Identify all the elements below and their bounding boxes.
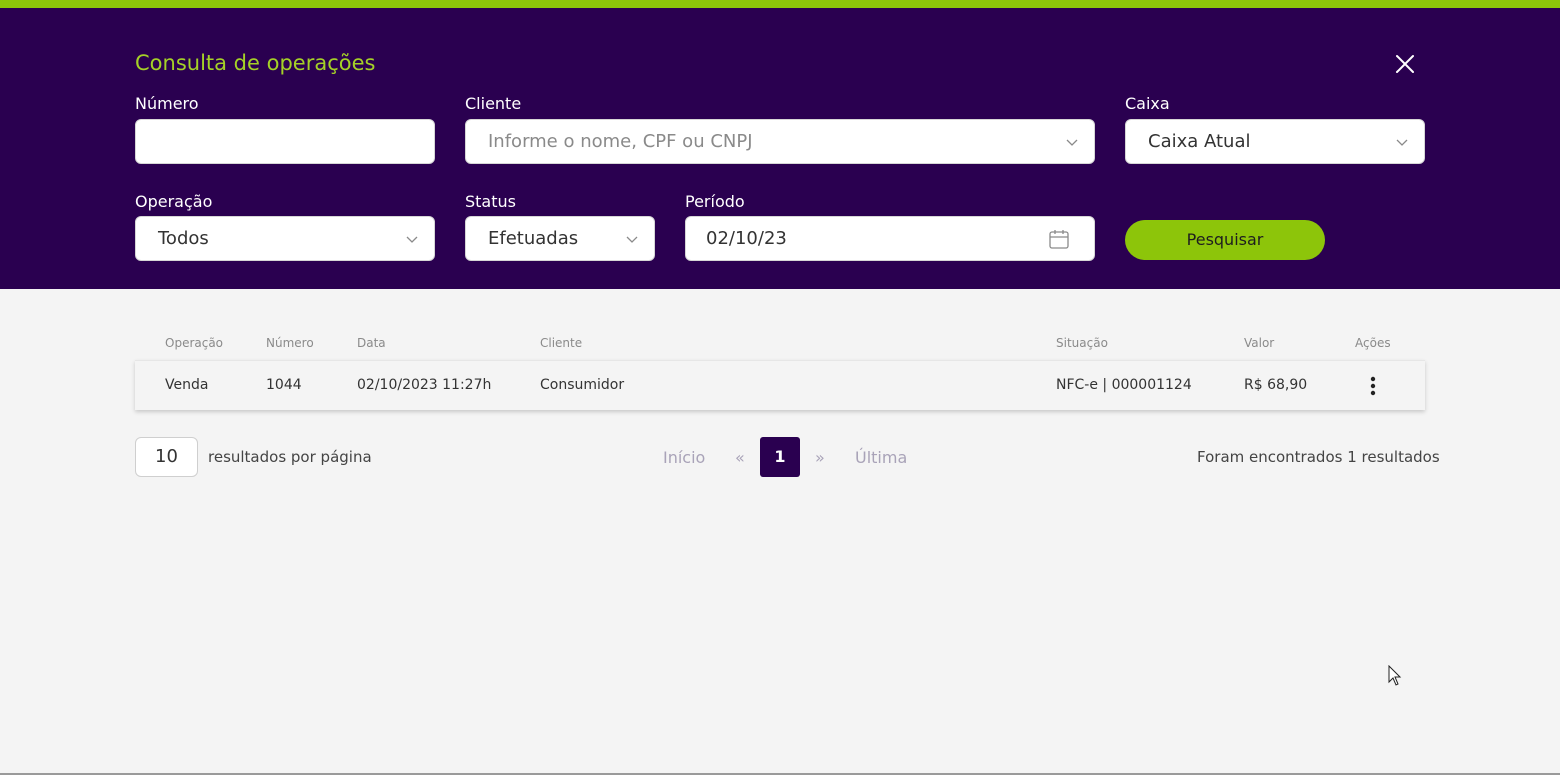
per-page-label: resultados por página — [208, 448, 372, 466]
table-row[interactable] — [135, 360, 1425, 410]
caixa-select[interactable]: Caixa Atual — [1125, 119, 1425, 164]
search-button[interactable]: Pesquisar — [1125, 220, 1325, 260]
cell-valor: R$ 68,90 — [1244, 377, 1308, 393]
numero-label: Número — [135, 94, 199, 113]
col-cliente: Cliente — [540, 336, 583, 350]
status-label: Status — [465, 192, 516, 211]
col-situacao: Situação — [1056, 336, 1108, 350]
close-icon[interactable] — [1393, 52, 1417, 76]
col-data: Data — [357, 336, 386, 350]
col-acoes: Ações — [1355, 336, 1391, 350]
calendar-icon[interactable] — [1048, 228, 1070, 250]
chevron-down-icon — [406, 236, 418, 243]
cell-operacao: Venda — [165, 377, 209, 393]
caixa-label: Caixa — [1125, 94, 1170, 113]
cliente-label: Cliente — [465, 94, 522, 113]
top-accent-bar — [0, 0, 1560, 8]
col-valor: Valor — [1244, 336, 1275, 350]
cell-situacao: NFC-e | 000001124 — [1056, 377, 1192, 393]
periodo-input[interactable]: 02/10/23 — [685, 216, 1095, 261]
pagination-next[interactable]: » — [815, 448, 825, 467]
periodo-label: Período — [685, 192, 745, 211]
periodo-value: 02/10/23 — [706, 228, 787, 249]
caixa-value: Caixa Atual — [1148, 131, 1251, 152]
cell-cliente: Consumidor — [540, 377, 625, 393]
chevron-down-icon — [1396, 139, 1408, 146]
cell-numero: 1044 — [266, 377, 302, 393]
status-value: Efetuadas — [488, 228, 579, 249]
pagination-current-page[interactable]: 1 — [760, 437, 800, 477]
chevron-down-icon — [626, 236, 638, 243]
operacao-value: Todos — [158, 228, 209, 249]
per-page-input[interactable]: 10 — [135, 437, 198, 477]
mouse-cursor-icon — [1388, 665, 1402, 686]
cell-data: 02/10/2023 11:27h — [357, 377, 492, 393]
chevron-down-icon — [1066, 139, 1078, 146]
pagination-first[interactable]: Início — [663, 448, 705, 467]
results-count: Foram encontrados 1 resultados — [1197, 448, 1440, 466]
col-operacao: Operação — [165, 336, 224, 350]
operacao-label: Operação — [135, 192, 213, 211]
pagination-prev[interactable]: « — [735, 448, 745, 467]
cliente-placeholder: Informe o nome, CPF ou CNPJ — [488, 131, 753, 152]
numero-input[interactable] — [135, 119, 435, 164]
cliente-select[interactable]: Informe o nome, CPF ou CNPJ — [465, 119, 1095, 164]
page-title: Consulta de operações — [135, 51, 376, 75]
status-select[interactable]: Efetuadas — [465, 216, 655, 261]
col-numero: Número — [266, 336, 314, 350]
kebab-menu-icon[interactable] — [1364, 374, 1382, 398]
pagination-last[interactable]: Última — [855, 448, 907, 467]
operacao-select[interactable]: Todos — [135, 216, 435, 261]
